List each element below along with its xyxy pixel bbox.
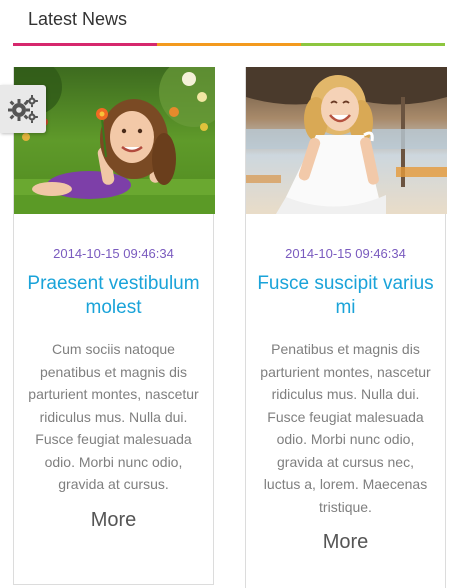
latest-news-widget: Latest News 2014-10-15 09:46:34 Praesent… xyxy=(0,0,458,588)
article-excerpt: Cum sociis natoque penatibus et magnis d… xyxy=(28,341,199,492)
title-underline-orange xyxy=(157,43,301,46)
article-excerpt: Penatibus et magnis dis parturient monte… xyxy=(260,341,431,515)
news-card: 2014-10-15 09:46:34 Praesent vestibulum … xyxy=(13,67,215,585)
article-title-link[interactable]: Fusce suscipit varius mi xyxy=(254,272,437,320)
gears-icon xyxy=(8,95,38,123)
article-title-link[interactable]: Praesent vestibulum molest xyxy=(22,272,205,320)
title-underline-pink xyxy=(13,43,157,46)
article-image-girl-white-dress[interactable] xyxy=(246,67,447,214)
article-date: 2014-10-15 09:46:34 xyxy=(53,246,174,261)
news-card: 2014-10-15 09:46:34 Fusce suscipit variu… xyxy=(245,67,447,588)
title-underline xyxy=(13,43,445,46)
settings-toggle-button[interactable] xyxy=(0,85,46,133)
title-underline-green xyxy=(301,43,445,46)
widget-title: Latest News xyxy=(28,9,128,29)
more-link[interactable]: More xyxy=(14,508,213,532)
article-date: 2014-10-15 09:46:34 xyxy=(285,246,406,261)
more-link[interactable]: More xyxy=(246,530,445,554)
